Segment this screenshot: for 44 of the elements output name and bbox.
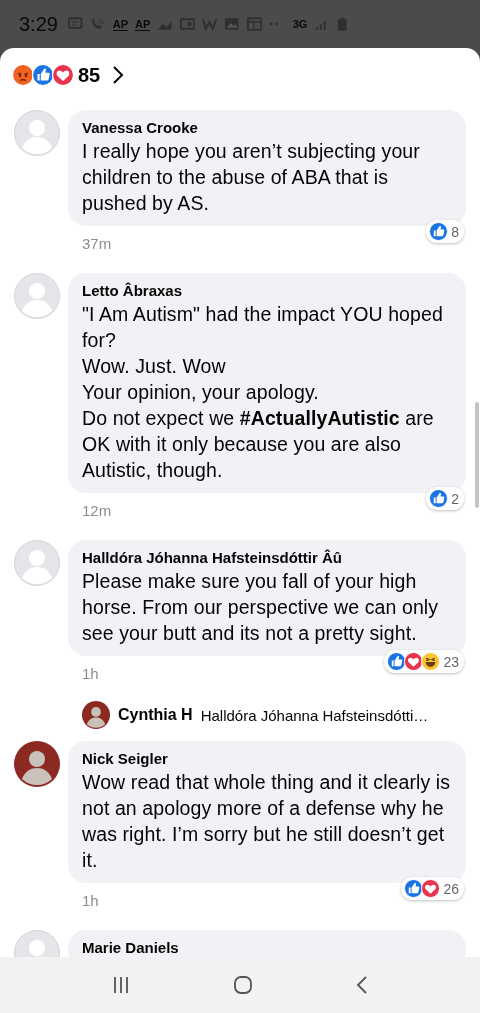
wifi-call-icon [90,16,106,32]
comment-text: "I Am Autism" had the impact YOU hoped for? Wow. Just. Wow Your opinion, your apology. Do not expect we #ActuallyAutistic are OK with it only because you are also Autistic, though. [82,302,444,483]
comment-author[interactable]: Halldóra Jóhanna Hafsteinsdóttir Âû [82,548,454,568]
comment-time: 1h [82,665,99,682]
w-icon [202,16,218,32]
comment-author[interactable]: Letto Âbraxas [82,281,454,301]
card-icon [179,16,195,32]
reaction-badge[interactable]: 8 [426,220,464,243]
network-label: 3G [292,18,308,30]
laughing-emoji-icon [421,652,441,671]
comment-author[interactable]: Marie Daniels [82,938,454,957]
reaction-badge[interactable]: 26 [401,877,464,900]
like-icon [387,652,407,671]
reaction-badge[interactable]: 23 [384,650,464,673]
notification-label: AP [134,17,151,31]
window-icon [246,16,263,32]
back-icon[interactable] [356,975,369,995]
comment-text: Wow read that whole thing and it clearly is not an apology more of a defense why he was right. I’m sorry but he still doesn’t get it. [82,770,452,873]
comment-time: 37m [82,235,112,252]
comment-time: 12m [82,502,112,519]
scrollbar[interactable] [475,402,479,508]
like-icon [404,879,424,898]
reaction-badge[interactable]: 2 [426,487,464,510]
notification-label: AP [112,17,128,31]
reactions-summary-button[interactable]: 85 [12,63,125,87]
chevron-right-icon [112,65,125,85]
comment-author[interactable]: Nick Seigler [82,749,454,769]
home-icon[interactable] [233,975,253,995]
comment-text: Please make sure you fall of your high horse. From our perspective we can only see your butt and its not a pretty sight. [82,569,440,646]
comment-author[interactable]: Vanessa Crooke [82,118,454,138]
reply-author[interactable]: Cynthia H [118,706,193,724]
like-icon [429,222,449,241]
image-icon [224,16,240,32]
message-icon [67,16,84,32]
comment-time: 1h [82,892,99,909]
avatar-icon[interactable] [14,741,60,787]
avatar-icon[interactable] [82,701,110,729]
comment-text: I really hope you aren’t subjecting your children to the abuse of ABA that is pushed by AS. [82,139,421,216]
recent-apps-icon[interactable] [111,976,130,994]
angry-emoji-icon [12,64,34,86]
like-icon [32,64,54,86]
reply-preview[interactable]: Halldóra Jóhanna Hafsteinsdótti… [200,706,429,724]
like-icon [429,489,449,508]
status-time: 3:29 [19,12,58,36]
